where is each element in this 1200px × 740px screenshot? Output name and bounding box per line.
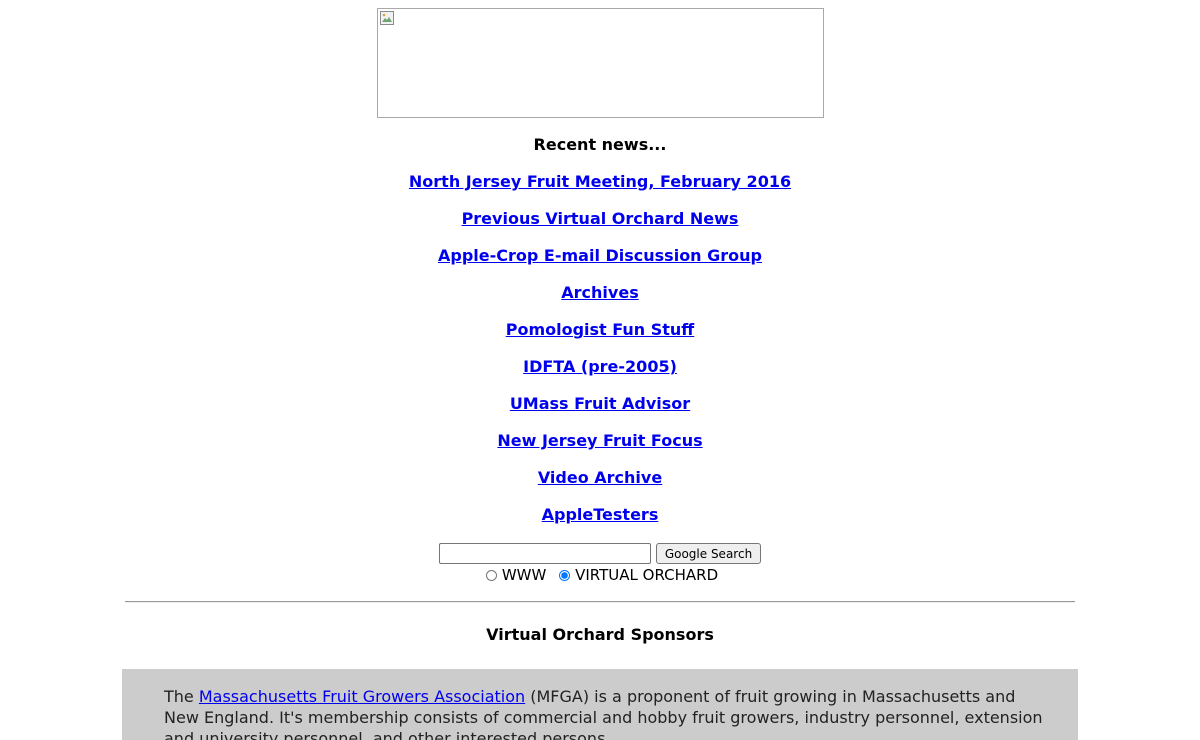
news-link-new-jersey-fruit-focus[interactable]: New Jersey Fruit Focus [497, 431, 702, 450]
news-link-pomologist-fun-stuff[interactable]: Pomologist Fun Stuff [506, 320, 695, 339]
news-link-idfta[interactable]: IDFTA (pre-2005) [523, 357, 677, 376]
search-scope-options: WWW VIRTUAL ORCHARD [0, 565, 1200, 585]
news-link-item: New Jersey Fruit Focus [0, 430, 1200, 467]
broken-image-icon [380, 11, 394, 25]
news-link-appletesters[interactable]: AppleTesters [542, 505, 659, 524]
www-radio-label: WWW [501, 566, 547, 584]
news-link-item: Apple-Crop E-mail Discussion Group [0, 245, 1200, 282]
news-link-item: Previous Virtual Orchard News [0, 208, 1200, 245]
news-link-item: IDFTA (pre-2005) [0, 356, 1200, 393]
news-link-video-archive[interactable]: Video Archive [538, 468, 662, 487]
news-link-item: AppleTesters [0, 504, 1200, 541]
search-form: Google Search [439, 543, 769, 565]
news-link-item: UMass Fruit Advisor [0, 393, 1200, 430]
sponsors-heading: Virtual Orchard Sponsors [486, 625, 714, 644]
news-link-item: Video Archive [0, 467, 1200, 504]
search-input[interactable] [439, 543, 651, 564]
news-link-item: North Jersey Fruit Meeting, February 201… [0, 171, 1200, 208]
mfga-link[interactable]: Massachusetts Fruit Growers Association [199, 687, 525, 706]
sponsor-panel: The Massachusetts Fruit Growers Associat… [122, 669, 1078, 740]
news-link-item: Pomologist Fun Stuff [0, 319, 1200, 356]
sponsor-description: The Massachusetts Fruit Growers Associat… [164, 686, 1044, 740]
news-link-north-jersey-fruit-meeting[interactable]: North Jersey Fruit Meeting, February 201… [409, 172, 791, 191]
virtual-orchard-radio[interactable] [559, 570, 571, 581]
news-link-item: Archives [0, 282, 1200, 319]
banner-image [377, 8, 824, 118]
page: Recent news... North Jersey Fruit Meetin… [0, 0, 1200, 740]
news-link-umass-fruit-advisor[interactable]: UMass Fruit Advisor [510, 394, 690, 413]
news-link-archives[interactable]: Archives [561, 283, 638, 302]
google-search-button[interactable]: Google Search [656, 543, 761, 564]
news-links: North Jersey Fruit Meeting, February 201… [0, 171, 1200, 541]
www-radio[interactable] [485, 570, 497, 581]
news-link-apple-crop-discussion-group[interactable]: Apple-Crop E-mail Discussion Group [438, 246, 762, 265]
news-link-previous-virtual-orchard-news[interactable]: Previous Virtual Orchard News [462, 209, 739, 228]
virtual-orchard-radio-label: VIRTUAL ORCHARD [575, 566, 719, 584]
sponsor-text-before: The [164, 687, 199, 706]
recent-news-heading: Recent news... [533, 135, 667, 154]
horizontal-divider [125, 601, 1075, 603]
